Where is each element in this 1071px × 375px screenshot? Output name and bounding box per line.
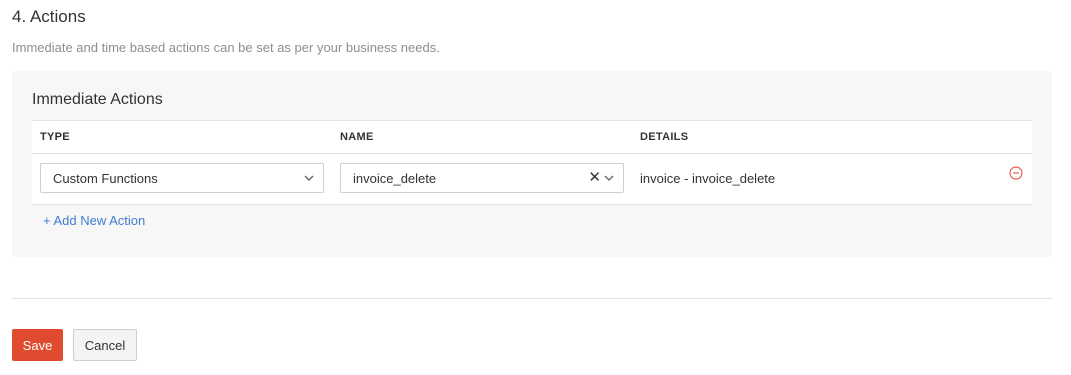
details-value: invoice - invoice_delete (640, 171, 776, 186)
type-select-value: Custom Functions (53, 171, 158, 186)
type-select[interactable]: Custom Functions (40, 163, 324, 193)
table-row: Custom Functions invoice_delete ✕ invoic… (32, 154, 1032, 205)
minus-circle-icon[interactable] (1009, 166, 1023, 180)
close-icon[interactable]: ✕ (588, 170, 601, 186)
add-new-action-link[interactable]: + Add New Action (43, 213, 145, 228)
table-header: TYPE NAME DETAILS (32, 120, 1032, 154)
section-title: 4. Actions (12, 7, 86, 26)
column-header-type: TYPE (40, 131, 70, 143)
immediate-actions-panel: Immediate Actions TYPE NAME DETAILS Cust… (12, 71, 1052, 257)
actions-table: TYPE NAME DETAILS Custom Functions invoi… (32, 120, 1032, 205)
immediate-actions-title: Immediate Actions (32, 91, 163, 108)
cancel-button[interactable]: Cancel (73, 329, 137, 361)
divider (12, 298, 1052, 299)
chevron-down-icon (304, 175, 314, 181)
save-button[interactable]: Save (12, 329, 63, 361)
chevron-down-icon (604, 175, 614, 181)
name-select[interactable]: invoice_delete ✕ (340, 163, 624, 193)
column-header-name: NAME (340, 131, 374, 143)
section-description: Immediate and time based actions can be … (12, 40, 440, 55)
name-select-value: invoice_delete (353, 171, 437, 186)
column-header-details: DETAILS (640, 131, 689, 143)
